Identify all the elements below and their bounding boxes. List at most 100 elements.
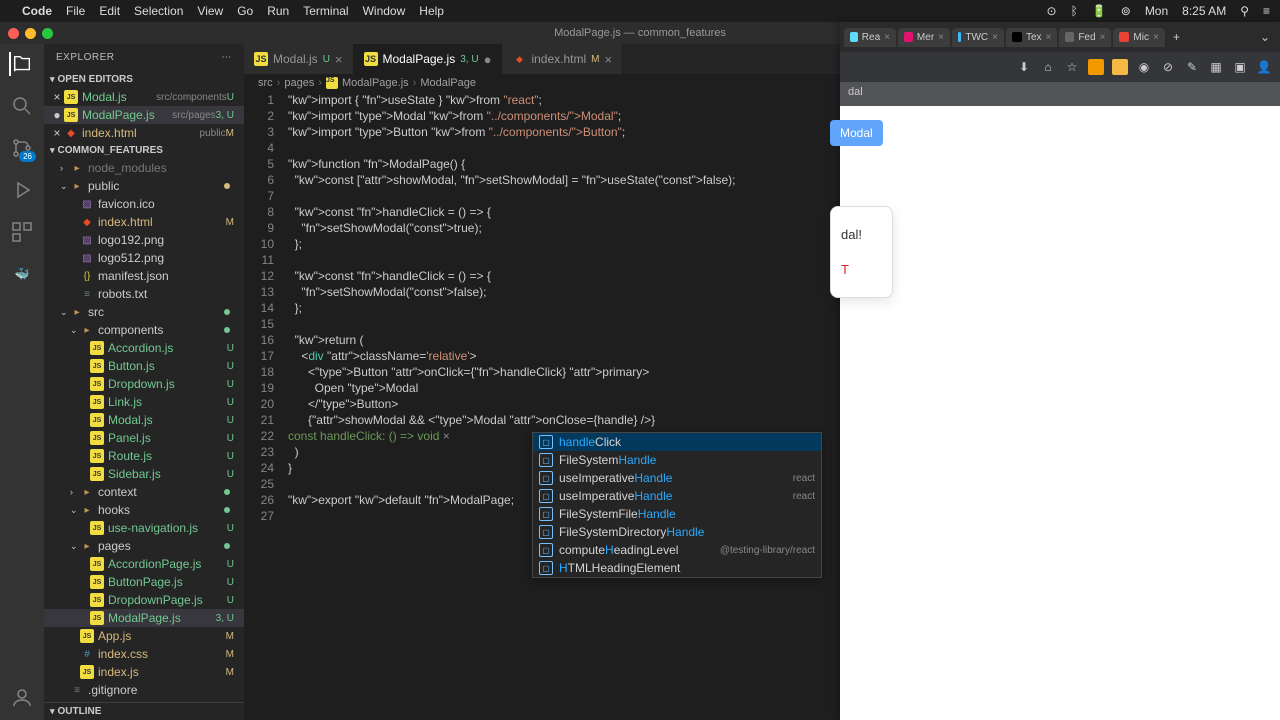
ext6-icon[interactable]: ▦ xyxy=(1208,59,1224,75)
ext7-icon[interactable]: ▣ xyxy=(1232,59,1248,75)
folder-item[interactable]: ⌄▸hooks xyxy=(44,501,244,519)
autocomplete-item[interactable]: ▢handleClick xyxy=(533,433,821,451)
file-item[interactable]: JSRoute.jsU xyxy=(44,447,244,465)
file-item[interactable]: JSButtonPage.jsU xyxy=(44,573,244,591)
file-item[interactable]: JSSidebar.jsU xyxy=(44,465,244,483)
window-controls[interactable] xyxy=(8,28,53,39)
minimize-window-icon[interactable] xyxy=(25,28,36,39)
browser-tab[interactable]: Tex× xyxy=(1006,28,1057,47)
ext5-icon[interactable]: ✎ xyxy=(1184,59,1200,75)
browser-tab[interactable]: Mer× xyxy=(898,28,950,47)
accept-button[interactable]: T xyxy=(841,262,862,277)
file-item[interactable]: ▨favicon.ico xyxy=(44,195,244,213)
menu-view[interactable]: View xyxy=(197,4,223,18)
close-window-icon[interactable] xyxy=(8,28,19,39)
address-bar-fragment[interactable]: dal xyxy=(840,82,1280,106)
editor-tab[interactable]: JSModal.jsU× xyxy=(244,44,354,74)
close-tab-icon[interactable]: × xyxy=(335,52,343,67)
autocomplete-popup[interactable]: ▢handleClick▢FileSystemHandle▢useImperat… xyxy=(532,432,822,578)
file-item[interactable]: JSAccordionPage.jsU xyxy=(44,555,244,573)
file-item[interactable]: #index.cssM xyxy=(44,645,244,663)
file-item[interactable]: JSAccordion.jsU xyxy=(44,339,244,357)
file-item[interactable]: JSDropdownPage.jsU xyxy=(44,591,244,609)
ext3-icon[interactable]: ◉ xyxy=(1136,59,1152,75)
open-modal-button[interactable]: Modal xyxy=(830,120,883,146)
file-item[interactable]: ◆index.htmlM xyxy=(44,213,244,231)
maximize-window-icon[interactable] xyxy=(42,28,53,39)
source-control-icon[interactable]: 26 xyxy=(10,136,34,160)
close-tab-icon[interactable]: × xyxy=(604,52,612,67)
new-tab-button[interactable]: + xyxy=(1167,30,1186,44)
file-item[interactable]: JSPanel.jsU xyxy=(44,429,244,447)
autocomplete-item[interactable]: ▢FileSystemHandle xyxy=(533,451,821,469)
star-icon[interactable]: ☆ xyxy=(1064,59,1080,75)
download-icon[interactable]: ⬇ xyxy=(1016,59,1032,75)
status-icon[interactable]: ⊙ xyxy=(1047,4,1057,18)
outline-section[interactable]: OUTLINE xyxy=(44,702,244,720)
folder-item[interactable]: ⌄▸pages xyxy=(44,537,244,555)
folder-item[interactable]: ›▸node_modules xyxy=(44,159,244,177)
more-icon[interactable]: ⋯ xyxy=(222,52,233,63)
menu-go[interactable]: Go xyxy=(237,4,253,18)
ext4-icon[interactable]: ⊘ xyxy=(1160,59,1176,75)
menu-edit[interactable]: Edit xyxy=(99,4,120,18)
file-item[interactable]: JSindex.jsM xyxy=(44,663,244,681)
autocomplete-item[interactable]: ▢useImperativeHandlereact xyxy=(533,487,821,505)
file-item[interactable]: {}package-lock.jsonM xyxy=(44,699,244,702)
debug-icon[interactable] xyxy=(10,178,34,202)
editor-tab[interactable]: ◆index.htmlM× xyxy=(502,44,623,74)
menu-selection[interactable]: Selection xyxy=(134,4,183,18)
ext2-icon[interactable] xyxy=(1112,59,1128,75)
browser-tab[interactable]: Mic× xyxy=(1113,28,1164,47)
docker-icon[interactable]: 🐳 xyxy=(10,262,34,286)
home-icon[interactable]: ⌂ xyxy=(1040,59,1056,75)
file-item[interactable]: JSuse-navigation.jsU xyxy=(44,519,244,537)
menu-file[interactable]: File xyxy=(66,4,85,18)
chevron-down-icon[interactable]: ⌄ xyxy=(1260,30,1276,44)
file-item[interactable]: JSModal.jsU xyxy=(44,411,244,429)
menu-run[interactable]: Run xyxy=(267,4,289,18)
file-item[interactable]: JSApp.jsM xyxy=(44,627,244,645)
open-editor-item[interactable]: ●JSModalPage.jssrc/pages3, U xyxy=(44,106,244,124)
menu-help[interactable]: Help xyxy=(419,4,444,18)
file-item[interactable]: {}manifest.json xyxy=(44,267,244,285)
menu-window[interactable]: Window xyxy=(363,4,406,18)
ext1-icon[interactable] xyxy=(1088,59,1104,75)
autocomplete-item[interactable]: ▢HTMLHeadingElement xyxy=(533,559,821,577)
file-item[interactable]: JSLink.jsU xyxy=(44,393,244,411)
search-icon[interactable] xyxy=(10,94,34,118)
folder-item[interactable]: ⌄▸components xyxy=(44,321,244,339)
open-editor-item[interactable]: ×◆index.htmlpublicM xyxy=(44,124,244,142)
spotlight-icon[interactable]: ⚲ xyxy=(1240,4,1249,18)
folder-item[interactable]: ⌄▸src xyxy=(44,303,244,321)
file-item[interactable]: ≡.gitignore xyxy=(44,681,244,699)
file-item[interactable]: ▨logo512.png xyxy=(44,249,244,267)
file-item[interactable]: JSModalPage.js3, U xyxy=(44,609,244,627)
battery-icon[interactable]: 🔋 xyxy=(1092,4,1107,18)
file-tree[interactable]: ›▸node_modules⌄▸public▨favicon.ico◆index… xyxy=(44,159,244,702)
extensions-icon[interactable] xyxy=(10,220,34,244)
browser-viewport[interactable]: Modal dal! T xyxy=(840,106,1280,720)
control-center-icon[interactable]: ≡ xyxy=(1263,4,1270,18)
explorer-icon[interactable] xyxy=(9,52,33,76)
browser-tab[interactable]: Fed× xyxy=(1059,28,1111,47)
close-tab-icon[interactable]: ● xyxy=(484,52,492,67)
autocomplete-item[interactable]: ▢computeHeadingLevel@testing-library/rea… xyxy=(533,541,821,559)
clock-day[interactable]: Mon xyxy=(1145,4,1168,18)
file-item[interactable]: JSDropdown.jsU xyxy=(44,375,244,393)
editor-tab[interactable]: JSModalPage.js3, U● xyxy=(354,44,503,74)
profile-icon[interactable]: 👤 xyxy=(1256,59,1272,75)
autocomplete-item[interactable]: ▢useImperativeHandlereact xyxy=(533,469,821,487)
folder-item[interactable]: ›▸context xyxy=(44,483,244,501)
file-item[interactable]: ▨logo192.png xyxy=(44,231,244,249)
file-item[interactable]: JSButton.jsU xyxy=(44,357,244,375)
file-item[interactable]: ≡robots.txt xyxy=(44,285,244,303)
accounts-icon[interactable] xyxy=(10,686,34,710)
menu-app[interactable]: Code xyxy=(22,4,52,18)
open-editors-section[interactable]: OPEN EDITORS xyxy=(44,71,244,88)
browser-tab[interactable]: Rea× xyxy=(844,28,896,47)
open-editor-item[interactable]: ×JSModal.jssrc/componentsU xyxy=(44,88,244,106)
autocomplete-item[interactable]: ▢FileSystemDirectoryHandle xyxy=(533,523,821,541)
menu-terminal[interactable]: Terminal xyxy=(303,4,348,18)
browser-tab[interactable]: TWC× xyxy=(952,28,1004,47)
